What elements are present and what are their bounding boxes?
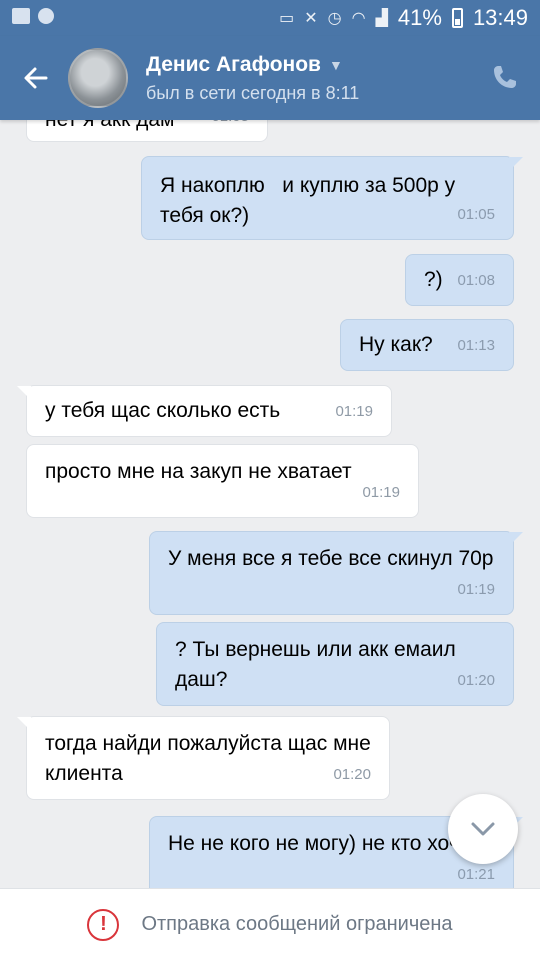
- message-notification-icon: [38, 8, 54, 24]
- status-bar: ▭ ✕ ◷ ◠ ▟ 41% 13:49: [0, 0, 540, 36]
- message-text: просто мне на закуп не хватает: [45, 460, 352, 483]
- back-arrow-icon[interactable]: [18, 60, 54, 96]
- wifi-icon: ◠: [351, 10, 366, 27]
- contact-name: Денис Агафонов: [146, 53, 321, 76]
- alarm-icon: ◷: [327, 10, 342, 27]
- battery-percent: 41%: [397, 5, 442, 30]
- status-bar-system: ▭ ✕ ◷ ◠ ▟ 41% 13:49: [279, 5, 528, 31]
- message-time: 01:20: [333, 766, 371, 783]
- clock: 13:49: [472, 5, 528, 30]
- message-incoming[interactable]: у тебя щас сколько есть 01:19: [17, 385, 392, 437]
- messaging-restricted-text: Отправка сообщений ограничена: [141, 913, 453, 935]
- phone-icon[interactable]: [490, 62, 520, 92]
- message-text: Ну как?: [359, 333, 433, 356]
- video-notification-icon: [12, 8, 30, 24]
- messaging-restricted-bar: ! Отправка сообщений ограничена: [0, 888, 540, 960]
- message-outgoing[interactable]: Я накоплю и куплю за 500р у тебя ок?) 01…: [141, 156, 523, 240]
- message-outgoing[interactable]: У меня все я тебе все скинул 70р 01:19: [149, 531, 523, 615]
- mute-icon: ✕: [304, 10, 318, 27]
- warning-icon: !: [87, 908, 120, 941]
- message-time: 01:05: [457, 206, 495, 223]
- last-seen-status: был в сети сегодня в 8:11: [146, 83, 360, 103]
- avatar[interactable]: [68, 48, 128, 108]
- message-text: Не не кого не могу) не кто хочет): [168, 832, 488, 855]
- message-text: у тебя щас сколько есть: [45, 399, 281, 422]
- message-text: У меня все я тебе все скинул 70р: [168, 547, 494, 570]
- chat-header: Денис Агафонов ▼ был в сети сегодня в 8:…: [0, 36, 540, 120]
- message-time: 01:19: [335, 403, 373, 420]
- message-outgoing[interactable]: ? Ты вернешь или акк емаил даш? 01:20: [156, 622, 514, 706]
- message-time: 01:19: [457, 581, 495, 598]
- message-time: 01:13: [457, 337, 495, 354]
- message-time: 01:20: [457, 672, 495, 689]
- message-outgoing[interactable]: Ну как? 01:13: [340, 319, 514, 371]
- message-text: нет я акк дам: [45, 120, 175, 131]
- message-time: 01:05: [211, 120, 249, 132]
- message-time: 01:08: [457, 272, 495, 289]
- battery-icon: [451, 8, 463, 28]
- message-text: ?): [424, 268, 443, 291]
- scroll-to-bottom-button[interactable]: [448, 794, 518, 864]
- message-text: ? Ты вернешь или акк емаил даш?: [175, 638, 462, 691]
- chevron-down-icon: [471, 822, 495, 836]
- message-incoming[interactable]: просто мне на закуп не хватает 01:19: [26, 444, 419, 518]
- message-text: тогда найди пожалуйста щас мне клиента: [45, 732, 377, 785]
- message-incoming[interactable]: тогда найди пожалуйста щас мне клиента 0…: [17, 716, 390, 800]
- status-bar-notifications: [12, 8, 54, 24]
- cast-icon: ▭: [279, 10, 295, 27]
- message-outgoing[interactable]: ?) 01:08: [405, 254, 514, 306]
- message-list[interactable]: нет я акк дам 01:05 Я накоплю и куплю за…: [0, 120, 540, 888]
- contact-name-row[interactable]: Денис Агафонов ▼: [146, 53, 343, 77]
- message-incoming[interactable]: нет я акк дам 01:05: [26, 120, 268, 142]
- message-time: 01:19: [362, 484, 400, 501]
- chevron-down-icon: ▼: [328, 57, 343, 73]
- message-time: 01:21: [457, 866, 495, 883]
- message-text: Я накоплю и куплю за 500р у тебя ок?): [160, 174, 461, 227]
- signal-icon: ▟: [375, 10, 388, 27]
